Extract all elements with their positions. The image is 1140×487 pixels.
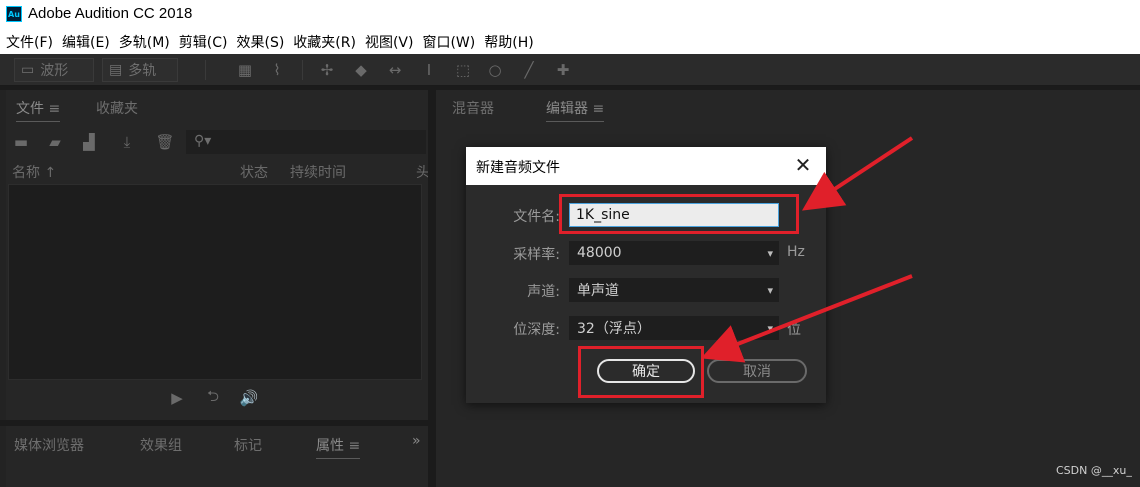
arrow-to-filename — [801, 136, 914, 211]
watermark: CSDN @__xu_ — [1056, 464, 1132, 477]
arrow-to-ok-button — [700, 274, 913, 363]
annotation-arrows — [700, 136, 914, 363]
